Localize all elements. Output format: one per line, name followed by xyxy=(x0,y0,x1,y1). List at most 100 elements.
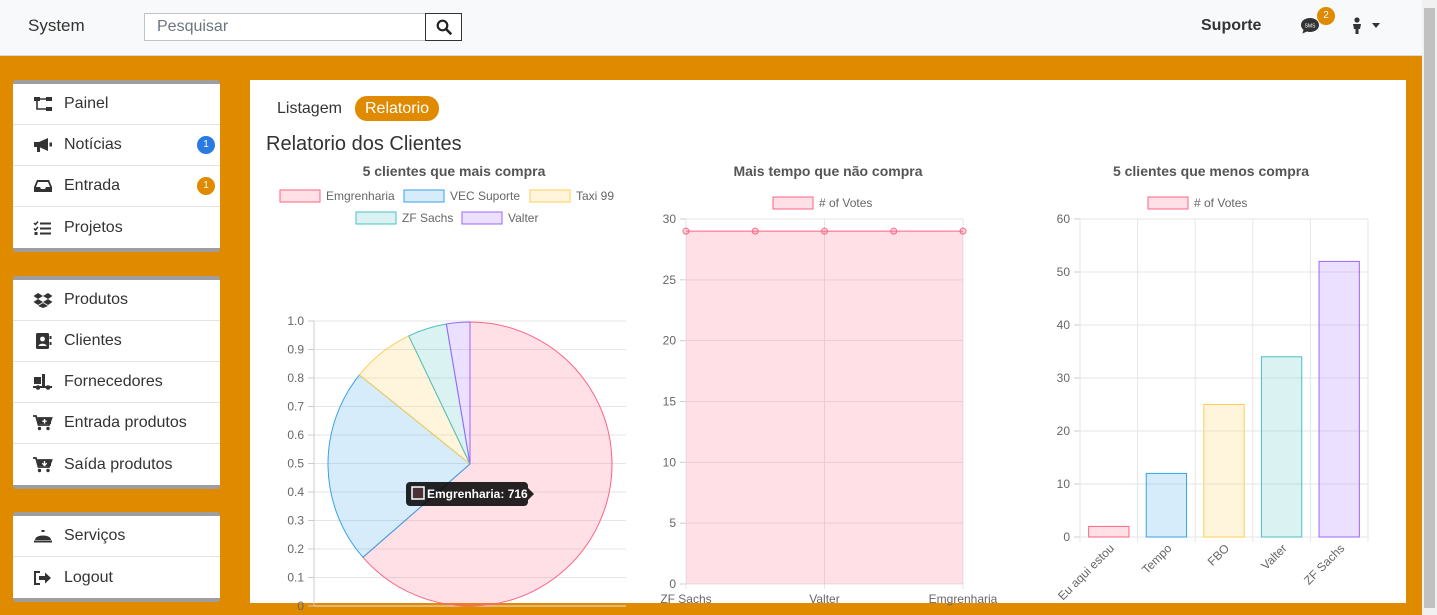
tooltip-swatch xyxy=(411,486,425,500)
y-tick-label: 50 xyxy=(1057,265,1071,279)
tooltip-label: Emgrenharia: 716 xyxy=(427,487,528,501)
y-tick-label: 60 xyxy=(1057,212,1071,226)
area-chart-inactive-clients[interactable]: Mais tempo que não compra # of Votes 30 25 2… xyxy=(650,160,1010,610)
sidebar-item-label: Entrada produtos xyxy=(64,414,187,431)
y-tick-label: 20 xyxy=(663,334,677,348)
entrada-count-badge: 1 xyxy=(197,177,215,195)
y-tick-label: 20 xyxy=(1057,424,1071,438)
legend-label: VEC Suporte xyxy=(450,189,520,203)
user-icon[interactable] xyxy=(1351,17,1363,35)
y-tick-label: 0.5 xyxy=(287,457,304,471)
y-tick-label: 40 xyxy=(1057,318,1071,332)
sidebar-item-clientes[interactable]: Clientes xyxy=(13,321,220,362)
y-tick-label: 0 xyxy=(1063,530,1070,544)
y-tick-label: 0.6 xyxy=(287,428,304,442)
legend-label: Emgrenharia xyxy=(326,189,395,203)
svg-text:SMS: SMS xyxy=(1305,23,1317,29)
y-tick-label: 0.4 xyxy=(287,485,304,499)
legend-swatch xyxy=(461,211,503,225)
sidebar-item-label: Painel xyxy=(64,95,109,112)
tab-listagem[interactable]: Listagem xyxy=(267,96,352,121)
notification-badge: 2 xyxy=(1317,7,1335,25)
bar-tempo xyxy=(1145,472,1188,538)
sidebar-item-projetos[interactable]: Projetos xyxy=(13,207,220,248)
search-input[interactable] xyxy=(145,14,425,40)
truck-loading-icon xyxy=(33,373,53,391)
data-point xyxy=(821,227,828,235)
x-tick-label: Tempo xyxy=(1139,541,1175,577)
cart-arrow-icon xyxy=(33,456,53,474)
sidebar-item-fornecedores[interactable]: Fornecedores xyxy=(13,362,220,403)
sidebar-item-servicos[interactable]: Serviços xyxy=(13,516,220,557)
sidebar-item-entrada[interactable]: Entrada 1 xyxy=(13,166,220,207)
chart-title: 5 clientes que menos compra xyxy=(1113,163,1309,179)
legend-label: # of Votes xyxy=(819,196,872,210)
legend-label: Taxi 99 xyxy=(576,189,614,203)
pie-chart-top-clients[interactable]: 5 clientes que mais compra Emgrenharia VEC… xyxy=(266,160,636,613)
data-point xyxy=(959,227,967,235)
y-tick-label: 0.1 xyxy=(287,571,304,585)
legend-swatch xyxy=(355,211,397,225)
legend-label: # of Votes xyxy=(1194,196,1247,210)
sidebar-item-noticias[interactable]: Notícias 1 xyxy=(13,125,220,166)
sidebar-item-entrada-produtos[interactable]: Entrada produtos xyxy=(13,403,220,444)
inbox-icon xyxy=(33,177,53,195)
sidebar-group-account: Serviços Logout xyxy=(13,512,220,602)
cart-plus-icon xyxy=(33,414,53,432)
y-tick-label: 0.2 xyxy=(287,542,304,556)
bar-eu-aqui-estou xyxy=(1088,525,1130,538)
report-panel: Listagem Relatorio Relatorio dos Cliente… xyxy=(250,80,1406,613)
chart-title: 5 clientes que mais compra xyxy=(363,163,546,179)
legend-swatch xyxy=(1147,196,1189,210)
legend-label: Valter xyxy=(508,211,538,225)
y-tick-label: 0 xyxy=(297,599,304,613)
y-tick-label: 0.8 xyxy=(287,371,304,385)
x-tick-label: Valter xyxy=(1258,541,1289,572)
sidebar-item-produtos[interactable]: Produtos xyxy=(13,280,220,321)
bar-valter xyxy=(1260,356,1303,538)
data-point xyxy=(890,227,898,235)
sidebar-item-label: Projetos xyxy=(64,218,123,236)
sign-out-icon xyxy=(33,569,53,587)
search-icon xyxy=(436,19,452,35)
page-title: Relatorio dos Clientes xyxy=(266,133,462,155)
tasks-icon xyxy=(33,219,53,237)
x-tick-label: ZF Sachs xyxy=(1301,541,1347,587)
sidebar-item-label: Entrada xyxy=(64,177,121,194)
bar-chart-bottom-clients[interactable]: 5 clientes que menos compra # of Votes 60 5… xyxy=(1040,160,1396,610)
y-tick-label: 0.7 xyxy=(287,400,304,414)
address-book-icon xyxy=(33,332,53,350)
chevron-down-icon[interactable] xyxy=(1372,23,1380,28)
sidebar-item-label: Clientes xyxy=(64,332,122,349)
x-tick-label: ZF Sachs xyxy=(660,592,711,606)
x-tick-label: Eu aqui estou xyxy=(1055,541,1117,603)
sidebar-item-label: Saída produtos xyxy=(64,455,173,473)
y-tick-label: 0.3 xyxy=(287,514,304,528)
tab-relatorio[interactable]: Relatorio xyxy=(355,96,440,121)
y-tick-label: 1.0 xyxy=(287,314,304,328)
legend-swatch xyxy=(279,189,321,203)
search-button[interactable] xyxy=(425,13,462,41)
chart-title: Mais tempo que não compra xyxy=(733,163,922,179)
bar-fbo xyxy=(1203,404,1245,538)
scrollbar-thumb[interactable] xyxy=(1424,8,1435,608)
legend-label: ZF Sachs xyxy=(402,211,453,225)
sidebar-item-label: Notícias xyxy=(64,136,122,153)
sidebar-item-label: Fornecedores xyxy=(64,373,163,390)
sidebar-item-label: Logout xyxy=(64,568,113,586)
y-tick-label: 10 xyxy=(1057,477,1071,491)
brand-title[interactable]: System xyxy=(28,16,85,36)
sidebar-group-main: Painel Notícias 1 Entrada 1 Projetos xyxy=(13,80,220,252)
x-tick-label: Valter xyxy=(809,592,839,606)
sidebar-item-painel[interactable]: Painel xyxy=(13,84,220,125)
support-link[interactable]: Suporte xyxy=(1201,17,1261,35)
sidebar-item-logout[interactable]: Logout xyxy=(13,557,220,598)
sidebar-item-label: Produtos xyxy=(64,291,129,308)
y-tick-label: 30 xyxy=(1057,371,1071,385)
y-tick-label: 30 xyxy=(663,212,677,226)
sidebar-item-saida-produtos[interactable]: Saída produtos xyxy=(13,444,220,485)
legend-swatch xyxy=(529,189,571,203)
scrollbar[interactable] xyxy=(1422,0,1437,615)
search-field[interactable] xyxy=(144,13,426,41)
y-tick-label: 25 xyxy=(663,273,677,287)
